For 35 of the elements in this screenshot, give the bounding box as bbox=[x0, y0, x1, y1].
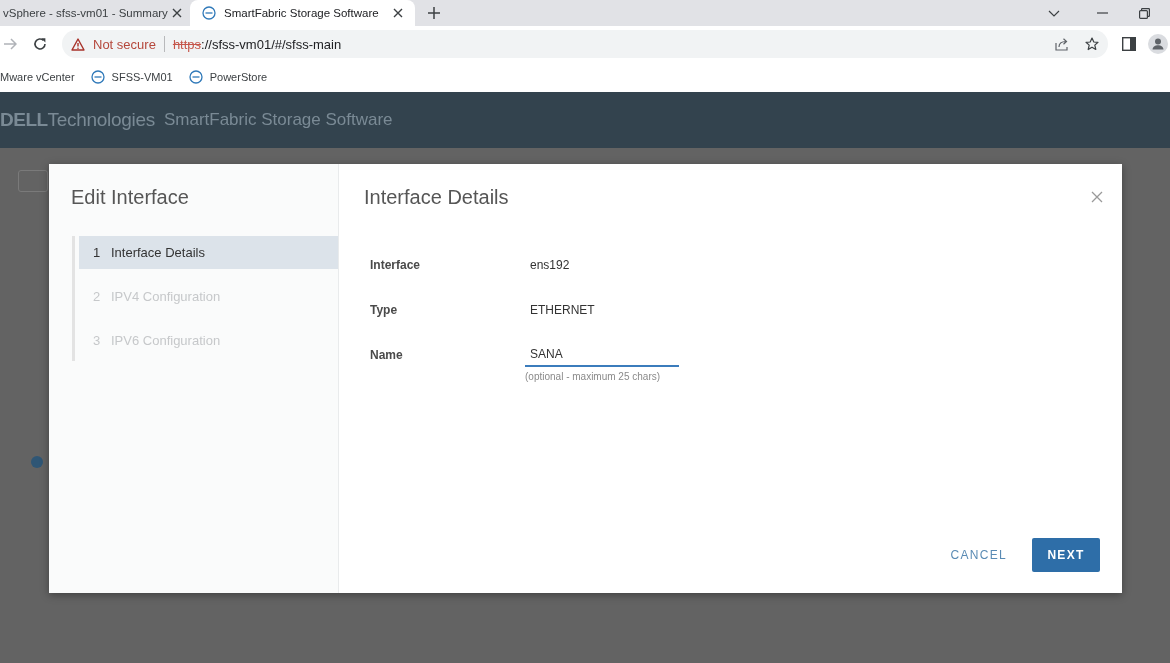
chevron-down-icon[interactable] bbox=[1048, 9, 1060, 17]
browser-tab[interactable]: vSphere - sfss-vm01 - Summary bbox=[0, 0, 190, 26]
field-value: ens192 bbox=[529, 257, 571, 274]
wizard-step[interactable]: 1 Interface Details bbox=[79, 236, 338, 269]
field-value: ETHERNET bbox=[529, 302, 596, 319]
next-button[interactable]: NEXT bbox=[1032, 538, 1100, 572]
field-label: Name bbox=[370, 347, 404, 364]
outline-box bbox=[18, 170, 48, 192]
bookmark-item[interactable]: Mware vCenter bbox=[0, 71, 75, 83]
new-tab-icon[interactable] bbox=[428, 7, 440, 19]
browser-tab[interactable]: SmartFabric Storage Software bbox=[190, 0, 415, 26]
dot-icon bbox=[31, 456, 43, 468]
bookmark-item[interactable]: SFSS-VM01 bbox=[90, 70, 173, 84]
dialog-title: Edit Interface bbox=[71, 185, 190, 210]
app-title: SmartFabric Storage Software bbox=[163, 110, 393, 130]
share-icon[interactable] bbox=[1055, 37, 1069, 51]
field-label: Type bbox=[370, 302, 399, 319]
section-heading: Interface Details bbox=[364, 185, 510, 210]
star-icon[interactable] bbox=[1085, 37, 1099, 51]
cancel-button[interactable]: CANCEL bbox=[941, 538, 1016, 572]
warning-icon bbox=[71, 37, 85, 51]
brand-logo: DELLTechnologies bbox=[0, 109, 155, 131]
bookmark-item[interactable]: PowerStore bbox=[188, 70, 268, 84]
reload-icon[interactable] bbox=[33, 37, 47, 51]
url-text: https://sfss-vm01/#/sfss-main bbox=[172, 36, 342, 52]
field-label: Interface bbox=[370, 257, 422, 274]
security-label: Not secure bbox=[93, 36, 156, 52]
close-icon[interactable] bbox=[393, 8, 403, 18]
address-bar[interactable]: Not secure https://sfss-vm01/#/sfss-main bbox=[62, 30, 1108, 58]
side-panel-icon[interactable] bbox=[1122, 37, 1136, 51]
profile-icon[interactable] bbox=[1148, 34, 1168, 54]
field-hint: (optional - maximum 25 chars) bbox=[525, 371, 661, 382]
close-icon[interactable] bbox=[171, 8, 182, 18]
name-input[interactable]: SANA bbox=[525, 343, 679, 367]
restore-icon[interactable] bbox=[1139, 7, 1150, 19]
